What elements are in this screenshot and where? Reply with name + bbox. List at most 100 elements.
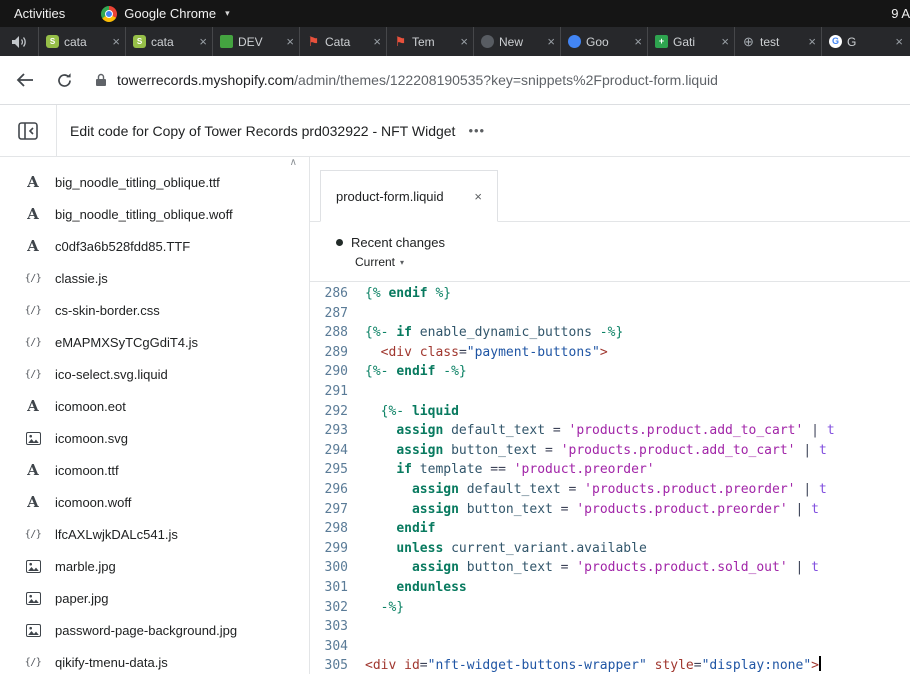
browser-tab[interactable]: +Gati× xyxy=(647,27,734,56)
image-file-icon xyxy=(24,592,42,605)
file-item[interactable]: {/}classie.js xyxy=(0,262,309,294)
line-number: 296 xyxy=(310,480,348,500)
line-number: 290 xyxy=(310,362,348,382)
active-app-menu[interactable]: Google Chrome ▾ xyxy=(101,6,229,22)
file-item[interactable]: icomoon.svg xyxy=(0,422,309,454)
url-path: /admin/themes/122208190535?key=snippets%… xyxy=(294,72,718,88)
tab-close-icon[interactable]: × xyxy=(199,34,207,49)
line-number: 294 xyxy=(310,441,348,461)
file-item[interactable]: {/} lfcAXLwjkDALc541.js xyxy=(0,518,309,550)
more-actions-button[interactable]: ••• xyxy=(468,123,485,138)
tab-close-icon[interactable]: × xyxy=(808,34,816,49)
file-tree-sidebar: ∧ Abig_noodle_titling_oblique.ttfAbig_no… xyxy=(0,157,310,674)
chevron-down-icon: ▾ xyxy=(400,258,404,267)
line-number: 303 xyxy=(310,617,348,637)
code-file-icon: {/} xyxy=(24,369,42,380)
lock-icon[interactable] xyxy=(95,73,107,87)
system-bar: Activities Google Chrome ▾ 9 A xyxy=(0,0,910,27)
line-number: 287 xyxy=(310,304,348,324)
editor-content: ∧ Abig_noodle_titling_oblique.ttfAbig_no… xyxy=(0,157,910,674)
code-line: 295 if template == 'product.preorder' xyxy=(310,460,910,480)
tab-close-icon[interactable]: × xyxy=(721,34,729,49)
recent-changes-label: Recent changes xyxy=(351,235,445,250)
code-editor[interactable]: 286{% endif %}287288{%- if enable_dynami… xyxy=(310,282,910,674)
file-name: icomoon.eot xyxy=(55,399,126,414)
file-item[interactable]: Ac0df3a6b528fdd85.TTF xyxy=(0,230,309,262)
code-line: 304 xyxy=(310,637,910,657)
reload-button[interactable] xyxy=(56,72,73,89)
file-name: password-page-background.jpg xyxy=(55,623,237,638)
file-item[interactable]: {/}cs-skin-border.css xyxy=(0,294,309,326)
code-file-icon: {/} xyxy=(24,529,42,540)
activities-button[interactable]: Activities xyxy=(0,0,79,27)
tab-close-icon[interactable]: × xyxy=(286,34,294,49)
code-line: 287 xyxy=(310,304,910,324)
tab-close-icon[interactable]: × xyxy=(112,34,120,49)
file-name: lfcAXLwjkDALc541.js xyxy=(55,527,178,542)
browser-tab[interactable]: New× xyxy=(473,27,560,56)
file-tab-bar: product-form.liquid × xyxy=(310,157,910,222)
browser-tab[interactable]: Scata× xyxy=(38,27,125,56)
tab-close-icon[interactable]: × xyxy=(547,34,555,49)
address-bar[interactable]: towerrecords.myshopify.com/admin/themes/… xyxy=(95,72,894,88)
scroll-up-arrow[interactable]: ∧ xyxy=(290,157,297,168)
tab-title: Cata xyxy=(325,35,368,49)
file-item[interactable]: Aicomoon.ttf xyxy=(0,454,309,486)
browser-tab[interactable]: Goo× xyxy=(560,27,647,56)
url-text[interactable]: towerrecords.myshopify.com/admin/themes/… xyxy=(117,72,718,88)
font-file-icon: A xyxy=(24,461,42,479)
tab-title: Gati xyxy=(673,35,716,49)
browser-tab[interactable]: ⚑Cata× xyxy=(299,27,386,56)
flag-favicon: ⚑ xyxy=(394,35,407,48)
file-item[interactable]: Abig_noodle_titling_oblique.woff xyxy=(0,198,309,230)
page-title: Edit code for Copy of Tower Records prd0… xyxy=(70,123,455,139)
editor-header: Edit code for Copy of Tower Records prd0… xyxy=(0,105,910,157)
line-number: 293 xyxy=(310,421,348,441)
google-favicon: G xyxy=(829,35,842,48)
blue-favicon xyxy=(568,35,581,48)
browser-tab[interactable]: GG × xyxy=(821,27,908,56)
code-file-icon: {/} xyxy=(24,657,42,668)
line-number: 288 xyxy=(310,323,348,343)
code-line: 302 -%} xyxy=(310,598,910,618)
text-cursor xyxy=(819,656,821,671)
code-file-icon: {/} xyxy=(24,337,42,348)
browser-tab[interactable]: Scata× xyxy=(125,27,212,56)
code-line: 290{%- endif -%} xyxy=(310,362,910,382)
tab-title: test xyxy=(760,35,803,49)
version-panel: Recent changes Current ▾ xyxy=(310,222,910,282)
browser-tab[interactable]: DEV× xyxy=(212,27,299,56)
file-item[interactable]: {/}eMAPMXSyTCgGdiT4.js xyxy=(0,326,309,358)
font-file-icon: A xyxy=(24,237,42,255)
browser-tab[interactable]: ⚑Tem× xyxy=(386,27,473,56)
code-line: 297 assign button_text = 'products.produ… xyxy=(310,500,910,520)
tab-close-icon[interactable]: × xyxy=(373,34,381,49)
exit-code-editor-button[interactable] xyxy=(0,105,57,156)
tab-title: G xyxy=(847,35,890,49)
file-item[interactable]: Aicomoon.woff xyxy=(0,486,309,518)
file-item[interactable]: paper.jpg xyxy=(0,582,309,614)
file-item[interactable]: Aicomoon.eot xyxy=(0,390,309,422)
line-number: 291 xyxy=(310,382,348,402)
file-item[interactable]: {/}qikify-tmenu-data.js xyxy=(0,646,309,674)
file-name: marble.jpg xyxy=(55,559,116,574)
image-file-icon xyxy=(24,560,42,573)
file-item[interactable]: Abig_noodle_titling_oblique.ttf xyxy=(0,166,309,198)
file-tab-label: product-form.liquid xyxy=(336,189,444,204)
code-file-icon: {/} xyxy=(24,305,42,316)
version-dropdown[interactable]: Current ▾ xyxy=(355,255,910,269)
tab-close-icon[interactable]: × xyxy=(634,34,642,49)
clock-indicator[interactable]: 9 A xyxy=(891,6,910,21)
file-item[interactable]: password-page-background.jpg xyxy=(0,614,309,646)
back-button[interactable] xyxy=(16,73,34,87)
code-line: 296 assign default_text = 'products.prod… xyxy=(310,480,910,500)
editor-file-tab[interactable]: product-form.liquid × xyxy=(320,170,498,222)
browser-tab[interactable]: ⊕ test × xyxy=(734,27,821,56)
file-item[interactable]: marble.jpg xyxy=(0,550,309,582)
tab-close-icon[interactable]: × xyxy=(474,189,482,204)
tab-close-icon[interactable]: × xyxy=(895,34,903,49)
file-item[interactable]: {/}ico-select.svg.liquid xyxy=(0,358,309,390)
tab-close-icon[interactable]: × xyxy=(460,34,468,49)
globe-favicon: ⊕ xyxy=(742,35,755,48)
code-line: 294 assign button_text = 'products.produ… xyxy=(310,441,910,461)
